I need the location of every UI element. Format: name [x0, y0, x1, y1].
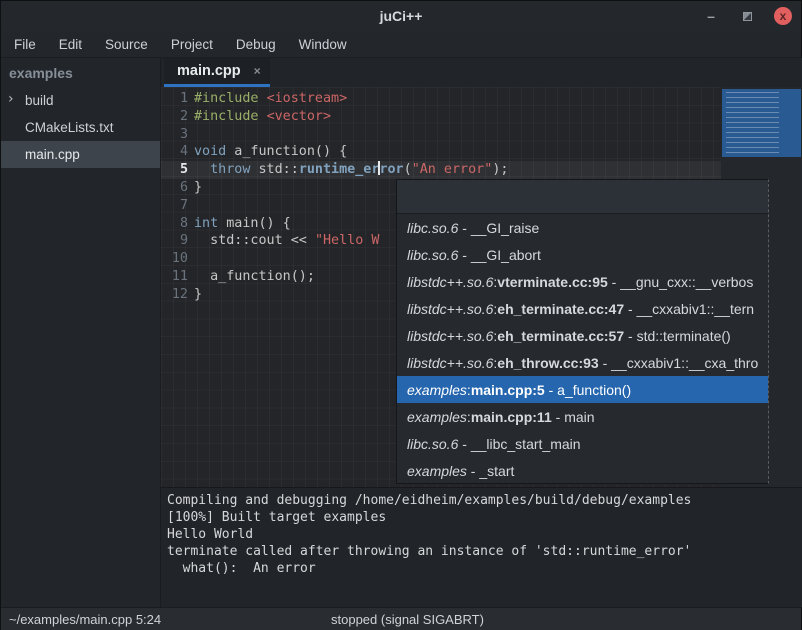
line-number: 7 [161, 197, 188, 215]
tab-label: main.cpp [177, 63, 241, 79]
code-line-1[interactable]: 1#include <iostream> [161, 90, 721, 108]
line-content [188, 126, 194, 144]
backtrace-frame-7[interactable]: examples:main.cpp:11 - main [397, 403, 768, 430]
title-bar[interactable]: juCi++ – x [1, 1, 801, 31]
backtrace-frame-8[interactable]: libc.so.6 - __libc_start_main [397, 430, 768, 457]
line-number: 10 [161, 250, 188, 268]
menu-item-window[interactable]: Window [296, 35, 350, 54]
menu-item-edit[interactable]: Edit [56, 35, 85, 54]
window-controls: – x [701, 1, 793, 31]
line-number: 11 [161, 268, 188, 286]
line-number: 9 [161, 232, 188, 250]
menu-item-project[interactable]: Project [168, 35, 216, 54]
line-content: a_function(); [188, 268, 315, 286]
line-content [188, 250, 194, 268]
line-number: 8 [161, 215, 188, 233]
backtrace-frame-5[interactable]: libstdc++.so.6:eh_throw.cc:93 - __cxxabi… [397, 349, 768, 376]
code-line-3[interactable]: 3 [161, 126, 721, 144]
backtrace-frame-3[interactable]: libstdc++.so.6:eh_terminate.cc:47 - __cx… [397, 295, 768, 322]
terminal-line: Hello World [167, 526, 797, 543]
line-content: std::cout << "Hello W [188, 232, 379, 250]
code-line-5[interactable]: 5 throw std::runtime_error("An error"); [161, 161, 721, 179]
backtrace-popup: libc.so.6 - __GI_raiselibc.so.6 - __GI_a… [396, 179, 769, 484]
line-content: int main() { [188, 215, 291, 233]
code-line-2[interactable]: 2#include <vector> [161, 108, 721, 126]
chevron-right-icon[interactable]: › [8, 91, 14, 107]
status-bar: ~/examples/main.cpp 5:24 stopped (signal… [1, 607, 801, 630]
minimize-button[interactable]: – [701, 6, 721, 26]
backtrace-frame-0[interactable]: libc.so.6 - __GI_raise [397, 214, 768, 241]
line-content: } [188, 179, 202, 197]
window-title: juCi++ [380, 8, 423, 24]
backtrace-list: libc.so.6 - __GI_raiselibc.so.6 - __GI_a… [397, 214, 768, 484]
menu-item-source[interactable]: Source [102, 35, 151, 54]
app-window: juCi++ – x File Edit Source Project Debug Win… [0, 0, 802, 630]
line-number: 6 [161, 179, 188, 197]
line-number: 4 [161, 143, 188, 161]
minimap-viewport[interactable] [722, 89, 801, 157]
cursor-location: ~/examples/main.cpp 5:24 [9, 612, 161, 627]
line-content: void a_function() { [188, 143, 347, 161]
menu-bar: File Edit Source Project Debug Window [1, 31, 801, 58]
line-number: 12 [161, 286, 188, 304]
backtrace-frame-2[interactable]: libstdc++.so.6:vterminate.cc:95 - __gnu_… [397, 268, 768, 295]
minimap-code-lines [726, 92, 779, 153]
file-tree-sidebar: examples › build CMakeLists.txt main.cpp [1, 58, 161, 607]
backtrace-frame-6[interactable]: examples:main.cpp:5 - a_function() [397, 376, 768, 403]
line-content [188, 197, 194, 215]
restore-button[interactable] [737, 6, 757, 26]
code-line-4[interactable]: 4void a_function() { [161, 143, 721, 161]
tree-item-main-cpp[interactable]: main.cpp [1, 141, 160, 168]
line-number: 1 [161, 90, 188, 108]
backtrace-frame-1[interactable]: libc.so.6 - __GI_abort [397, 241, 768, 268]
backtrace-frame-4[interactable]: libstdc++.so.6:eh_terminate.cc:57 - std:… [397, 322, 768, 349]
tree-item-label: build [25, 93, 54, 108]
close-icon: x [774, 7, 792, 25]
line-number: 5 [161, 161, 188, 179]
tab-main-cpp[interactable]: main.cpp × [164, 58, 270, 87]
restore-icon [743, 12, 752, 21]
menu-item-debug[interactable]: Debug [233, 35, 279, 54]
tree-item-label: CMakeLists.txt [25, 120, 114, 135]
tree-item-build[interactable]: › build [1, 87, 160, 114]
line-number: 2 [161, 108, 188, 126]
terminal-line: Compiling and debugging /home/eidheim/ex… [167, 492, 797, 509]
minimize-icon: – [707, 11, 715, 21]
close-button[interactable]: x [773, 6, 793, 26]
menu-item-file[interactable]: File [11, 35, 39, 54]
terminal-output[interactable]: Compiling and debugging /home/eidheim/ex… [161, 487, 802, 607]
tab-bar: main.cpp × [161, 58, 802, 87]
backtrace-search-box[interactable] [397, 180, 768, 214]
line-content: #include <iostream> [188, 90, 347, 108]
file-tree: › build CMakeLists.txt main.cpp [1, 87, 160, 168]
tab-close-icon[interactable]: × [254, 64, 261, 78]
line-content: throw std::runtime_error("An error"); [188, 161, 508, 179]
tree-item-cmakelists-txt[interactable]: CMakeLists.txt [1, 114, 160, 141]
debug-status: stopped (signal SIGABRT) [331, 612, 484, 627]
line-content: #include <vector> [188, 108, 331, 126]
line-content: } [188, 286, 202, 304]
project-name: examples [1, 58, 160, 87]
tree-item-label: main.cpp [25, 147, 80, 162]
line-number: 3 [161, 126, 188, 144]
backtrace-frame-9[interactable]: examples - _start [397, 457, 768, 484]
terminal-line: [100%] Built target examples [167, 509, 797, 526]
terminal-line: what(): An error [167, 560, 797, 577]
terminal-line: terminate called after throwing an insta… [167, 543, 797, 560]
